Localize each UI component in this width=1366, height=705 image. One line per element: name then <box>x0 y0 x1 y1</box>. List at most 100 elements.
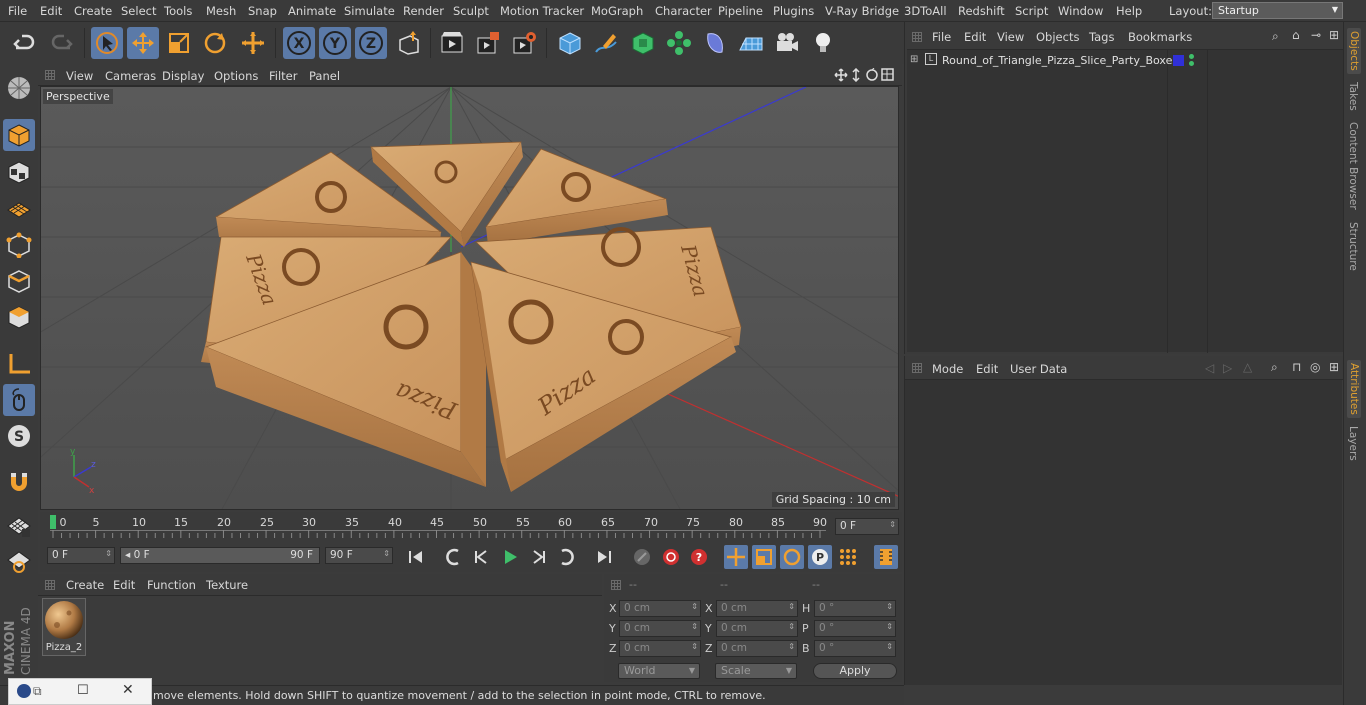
next-frame-icon[interactable] <box>526 545 550 569</box>
material-menu-create[interactable]: Create <box>66 578 104 592</box>
pen-icon[interactable] <box>590 27 622 59</box>
tab-takes[interactable]: Takes <box>1347 82 1359 111</box>
size-z-field[interactable]: 0 cm ⇕ <box>716 640 798 657</box>
light-icon[interactable] <box>807 27 839 59</box>
previous-key-icon[interactable] <box>442 545 466 569</box>
apply-button[interactable]: Apply <box>813 663 897 679</box>
axis-mode-icon[interactable] <box>3 348 35 380</box>
floor-icon[interactable] <box>735 27 767 59</box>
key-scale-icon[interactable] <box>752 545 776 569</box>
menu-select[interactable]: Select <box>121 4 156 18</box>
autokey-icon[interactable] <box>659 545 683 569</box>
move-icon[interactable] <box>127 27 159 59</box>
render-view-icon[interactable] <box>436 27 468 59</box>
close-icon[interactable]: ✕ <box>122 682 134 698</box>
polygons-mode-icon[interactable] <box>3 301 35 333</box>
go-to-end-icon[interactable] <box>592 545 616 569</box>
rotate-icon[interactable] <box>199 27 231 59</box>
menu-render[interactable]: Render <box>403 4 444 18</box>
tab-objects[interactable]: Objects <box>1347 28 1361 74</box>
new-panel-icon[interactable]: ⊞ <box>1329 28 1339 42</box>
target-icon[interactable]: ◎ <box>1310 360 1320 374</box>
expand-icon[interactable]: ⊞ <box>910 54 918 65</box>
texture-mode-icon[interactable] <box>3 156 35 188</box>
object-menu-objects[interactable]: Objects <box>1036 30 1079 44</box>
snap-icon[interactable]: S <box>3 420 35 452</box>
object-menu-edit[interactable]: Edit <box>964 30 986 44</box>
subdivision-icon[interactable] <box>627 27 659 59</box>
menu-create[interactable]: Create <box>74 4 112 18</box>
tab-structure[interactable]: Structure <box>1347 222 1359 271</box>
undo-icon[interactable] <box>9 27 41 59</box>
object-row[interactable]: ⊞ L Round_of_Triangle_Pizza_Slice_Party_… <box>907 52 1343 70</box>
menu-help[interactable]: Help <box>1116 4 1142 18</box>
attribute-menu-user-data[interactable]: User Data <box>1010 362 1067 376</box>
rotation-h-field[interactable]: 0 ° ⇕ <box>814 600 896 617</box>
menu-mograph[interactable]: MoGraph <box>591 4 643 18</box>
size-y-field[interactable]: 0 cm ⇕ <box>716 620 798 637</box>
cloner-icon[interactable] <box>663 27 695 59</box>
viewport-menu-view[interactable]: View <box>66 69 93 83</box>
menu-window[interactable]: Window <box>1058 4 1103 18</box>
frame-range-slider[interactable]: ◂ 0 F 90 F <box>120 547 320 564</box>
keyframe-selection-icon[interactable]: ? <box>687 545 711 569</box>
menu-vray-bridge[interactable]: V-Ray Bridge <box>825 4 899 18</box>
viewport-nav-icons[interactable] <box>834 68 896 82</box>
tab-layers[interactable]: Layers <box>1347 426 1359 461</box>
start-frame-field[interactable]: 0 F ⇕ <box>47 547 115 564</box>
grip-icon[interactable] <box>912 363 922 373</box>
object-menu-view[interactable]: View <box>997 30 1024 44</box>
end-frame-field[interactable]: 90 F ⇕ <box>325 547 393 564</box>
lock-workplane-icon[interactable] <box>3 510 35 542</box>
key-position-icon[interactable] <box>724 545 748 569</box>
maximize-icon[interactable]: ☐ <box>77 683 89 698</box>
make-editable-icon[interactable] <box>3 72 35 104</box>
layout-select[interactable]: Startup ▼ <box>1212 2 1343 19</box>
forward-arrow-icon[interactable]: ▷ <box>1223 361 1232 375</box>
attribute-menu-mode[interactable]: Mode <box>932 362 963 376</box>
viewport-menu-display[interactable]: Display <box>162 69 204 83</box>
coordinate-mode-select[interactable]: World ▼ <box>618 663 700 679</box>
menu-pipeline[interactable]: Pipeline <box>718 4 763 18</box>
tweak-mode-icon[interactable] <box>3 384 35 416</box>
key-rotation-icon[interactable] <box>780 545 804 569</box>
scale-icon[interactable] <box>163 27 195 59</box>
menu-character[interactable]: Character <box>655 4 712 18</box>
material-menu-function[interactable]: Function <box>147 578 196 592</box>
key-parameter-icon[interactable]: P <box>808 545 832 569</box>
menu-mesh[interactable]: Mesh <box>206 4 236 18</box>
z-axis-icon[interactable]: Z <box>355 27 387 59</box>
points-mode-icon[interactable] <box>3 229 35 261</box>
new-panel-icon[interactable]: ⊞ <box>1329 360 1339 374</box>
redo-icon[interactable] <box>45 27 77 59</box>
viewport-menu-filter[interactable]: Filter <box>269 69 297 83</box>
go-to-start-icon[interactable] <box>404 545 428 569</box>
timeline[interactable]: 0 5 10 15 20 25 30 35 40 45 50 55 60 65 … <box>40 512 902 542</box>
perspective-viewport[interactable]: Pizza Pizza Pizza Pizza y z x Perspectiv… <box>40 86 899 510</box>
model-mode-icon[interactable] <box>3 119 35 151</box>
object-menu-file[interactable]: File <box>932 30 951 44</box>
edges-mode-icon[interactable] <box>3 265 35 297</box>
viewport-scene[interactable]: Pizza Pizza Pizza Pizza y z x <box>41 87 899 510</box>
select-icon[interactable] <box>91 27 123 59</box>
menu-simulate[interactable]: Simulate <box>344 4 395 18</box>
move-alt-icon[interactable] <box>237 27 269 59</box>
previous-frame-icon[interactable] <box>470 545 494 569</box>
size-mode-select[interactable]: Scale ▼ <box>715 663 797 679</box>
tab-attributes[interactable]: Attributes <box>1347 360 1361 418</box>
menu-file[interactable]: File <box>8 4 27 18</box>
up-arrow-icon[interactable]: △ <box>1243 360 1252 374</box>
position-x-field[interactable]: 0 cm ⇕ <box>619 600 701 617</box>
timeline-window-icon[interactable] <box>874 545 898 569</box>
material-menu-edit[interactable]: Edit <box>113 578 135 592</box>
menu-snap[interactable]: Snap <box>248 4 277 18</box>
restore-icon[interactable]: ⧉ <box>33 684 42 699</box>
menu-3dtoall[interactable]: 3DToAll <box>904 4 947 18</box>
position-z-field[interactable]: 0 cm ⇕ <box>619 640 701 657</box>
grip-icon[interactable] <box>45 70 55 80</box>
material-menu-texture[interactable]: Texture <box>206 578 248 592</box>
search-icon[interactable]: ⌕ <box>1271 360 1278 375</box>
camera-icon[interactable] <box>771 27 803 59</box>
record-disabled-icon[interactable] <box>630 545 654 569</box>
tab-content-browser[interactable]: Content Browser <box>1347 122 1359 210</box>
